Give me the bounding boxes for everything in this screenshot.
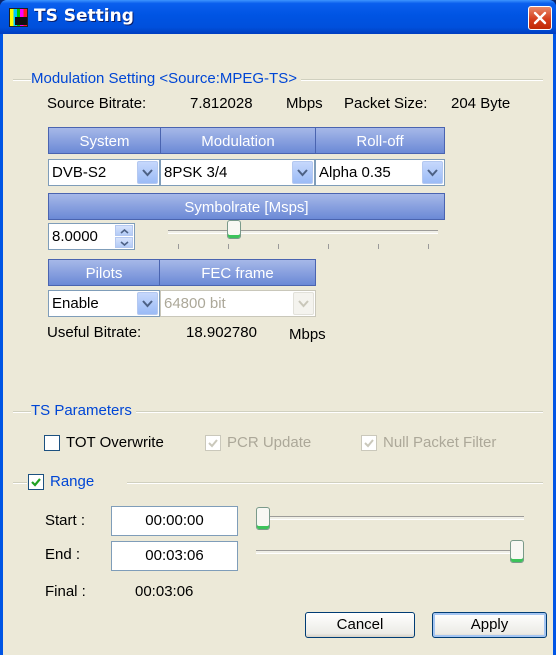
system-header: System: [48, 127, 161, 154]
symbolrate-stepper[interactable]: 8.0000: [48, 223, 135, 250]
source-bitrate-value: 7.812028: [190, 95, 253, 112]
tot-overwrite-label[interactable]: TOT Overwrite: [66, 434, 164, 451]
close-button[interactable]: [528, 6, 552, 30]
source-bitrate-label: Source Bitrate:: [47, 95, 147, 112]
end-slider-track[interactable]: [256, 550, 524, 554]
chevron-down-icon[interactable]: [292, 161, 313, 184]
final-label: Final :: [45, 583, 86, 600]
window-title: TS Setting: [34, 6, 134, 26]
null-packet-filter-checkbox: [361, 435, 377, 451]
system-select[interactable]: DVB-S2: [48, 159, 160, 186]
ts-params-group-title: TS Parameters: [31, 402, 136, 419]
end-time-input[interactable]: 00:03:06: [111, 541, 238, 571]
packet-size-value: 204 Byte: [451, 95, 511, 112]
start-slider-thumb[interactable]: [256, 507, 270, 530]
pcr-update-checkbox: [205, 435, 221, 451]
fec-frame-header: FEC frame: [159, 259, 316, 286]
final-value: 00:03:06: [135, 583, 194, 600]
close-icon: [533, 11, 547, 25]
null-packet-filter-label: Null Packet Filter: [383, 434, 497, 451]
useful-bitrate-label: Useful Bitrate:: [47, 324, 142, 341]
check-icon: [364, 439, 374, 448]
start-label: Start :: [45, 512, 86, 529]
fec-frame-select: 64800 bit: [160, 290, 316, 317]
modulation-group-title: Modulation Setting <Source:MPEG-TS>: [31, 70, 301, 87]
slider-tick: [328, 244, 329, 249]
pcr-update-label: PCR Update: [227, 434, 312, 451]
slider-tick: [178, 244, 179, 249]
useful-bitrate-value: 18.902780: [186, 324, 257, 341]
end-slider-thumb[interactable]: [510, 540, 524, 563]
pilots-header: Pilots: [48, 259, 160, 286]
useful-bitrate-unit: Mbps: [289, 326, 326, 343]
check-icon: [31, 478, 41, 487]
symbolrate-header: Symbolrate [Msps]: [48, 193, 445, 220]
slider-tick: [428, 244, 429, 249]
symbolrate-slider-track[interactable]: [168, 230, 438, 234]
pilots-select[interactable]: Enable: [48, 290, 160, 317]
rolloff-header: Roll-off: [315, 127, 445, 154]
start-time-input[interactable]: 00:00:00: [111, 506, 238, 536]
tot-overwrite-checkbox[interactable]: [44, 435, 60, 451]
symbolrate-slider-thumb[interactable]: [226, 220, 241, 239]
slider-tick: [278, 244, 279, 249]
slider-tick: [378, 244, 379, 249]
start-slider-track[interactable]: [256, 516, 524, 520]
rolloff-select-value: Alpha 0.35: [319, 164, 391, 181]
source-bitrate-unit: Mbps: [286, 95, 323, 112]
modulation-select-value: 8PSK 3/4: [164, 164, 228, 181]
pilots-select-value: Enable: [52, 295, 99, 312]
modulation-header: Modulation: [160, 127, 316, 154]
chevron-down-icon: [293, 292, 314, 315]
fec-frame-select-value: 64800 bit: [164, 295, 226, 312]
chevron-down-icon[interactable]: [137, 161, 158, 184]
dialog-client: Modulation Setting <Source:MPEG-TS> Sour…: [3, 34, 553, 655]
system-select-value: DVB-S2: [52, 164, 107, 181]
range-checkbox[interactable]: [28, 474, 44, 490]
app-icon: [9, 8, 28, 27]
symbolrate-value: 8.0000: [52, 228, 98, 245]
spin-down-icon[interactable]: [115, 237, 133, 248]
spin-up-icon[interactable]: [115, 225, 133, 236]
title-bar[interactable]: TS Setting: [0, 0, 556, 34]
range-label[interactable]: Range: [50, 473, 94, 490]
rolloff-select[interactable]: Alpha 0.35: [315, 159, 445, 186]
chevron-down-icon[interactable]: [422, 161, 443, 184]
modulation-select[interactable]: 8PSK 3/4: [160, 159, 315, 186]
packet-size-label: Packet Size:: [344, 95, 428, 112]
ts-setting-window: TS Setting Modulation Setting <Source:MP…: [0, 0, 556, 655]
check-icon: [208, 439, 218, 448]
cancel-button[interactable]: Cancel: [305, 612, 415, 638]
chevron-down-icon[interactable]: [137, 292, 158, 315]
slider-tick: [228, 244, 229, 249]
end-label: End :: [45, 546, 81, 563]
apply-button[interactable]: Apply: [432, 612, 547, 638]
